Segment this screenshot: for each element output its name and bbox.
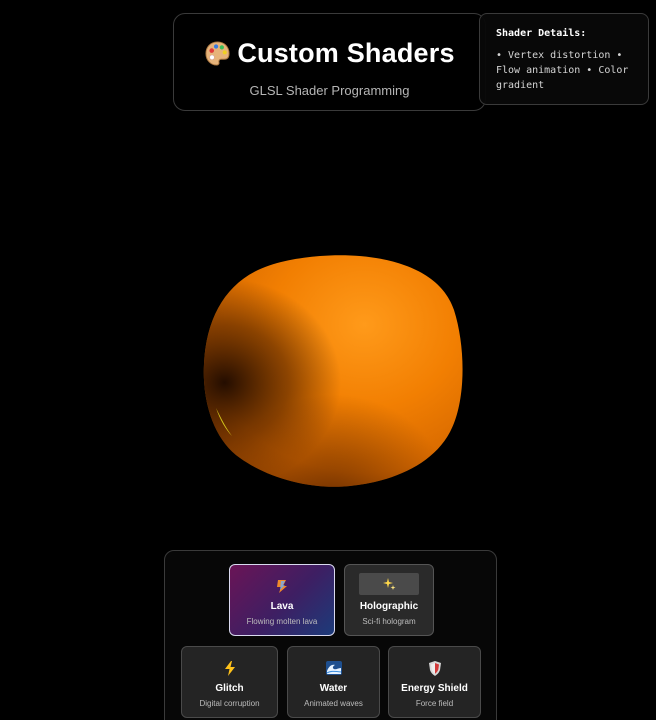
- shield-icon: [389, 659, 480, 677]
- shader-selector-panel: Lava Flowing molten lava Holographic Sci…: [164, 550, 497, 720]
- shader-sphere[interactable]: [200, 252, 466, 492]
- title-card: Custom Shaders GLSL Shader Programming: [173, 13, 486, 111]
- shader-card-water[interactable]: Water Animated waves: [287, 646, 380, 718]
- shader-card-name: Holographic: [359, 601, 419, 612]
- lava-icon: [230, 577, 334, 595]
- sparkles-icon: [345, 573, 433, 595]
- shader-card-lava[interactable]: Lava Flowing molten lava: [229, 564, 335, 636]
- page-title: Custom Shaders: [237, 38, 455, 68]
- shader-card-desc: Force field: [415, 699, 454, 708]
- shader-card-desc: Digital corruption: [199, 699, 260, 708]
- shader-card-desc: Animated waves: [304, 699, 363, 708]
- page-subtitle: GLSL Shader Programming: [249, 83, 410, 98]
- lightning-icon: [182, 659, 277, 677]
- shader-card-energy-shield[interactable]: Energy Shield Force field: [388, 646, 481, 718]
- shader-card-name: Glitch: [215, 683, 244, 694]
- details-body: • Vertex distortion • Flow animation • C…: [496, 50, 629, 91]
- shader-card-name: Lava: [270, 601, 294, 612]
- shader-card-holographic[interactable]: Holographic Sci-fi hologram: [344, 564, 434, 636]
- shader-card-name: Water: [319, 683, 348, 694]
- shader-viewport[interactable]: Custom Shaders GLSL Shader Programming S…: [0, 0, 656, 720]
- shader-card-desc: Flowing molten lava: [246, 617, 318, 626]
- sphere-bottom-shade: [203, 255, 463, 487]
- title-row: Custom Shaders: [174, 38, 485, 69]
- shader-card-glitch[interactable]: Glitch Digital corruption: [181, 646, 278, 718]
- shader-card-desc: Sci-fi hologram: [362, 617, 416, 626]
- shader-details-panel: Shader Details: • Vertex distortion • Fl…: [479, 13, 649, 105]
- shader-card-name: Energy Shield: [401, 683, 468, 694]
- palette-icon: [205, 41, 230, 66]
- wave-icon: [288, 659, 379, 677]
- details-title: Shader Details:: [496, 28, 587, 39]
